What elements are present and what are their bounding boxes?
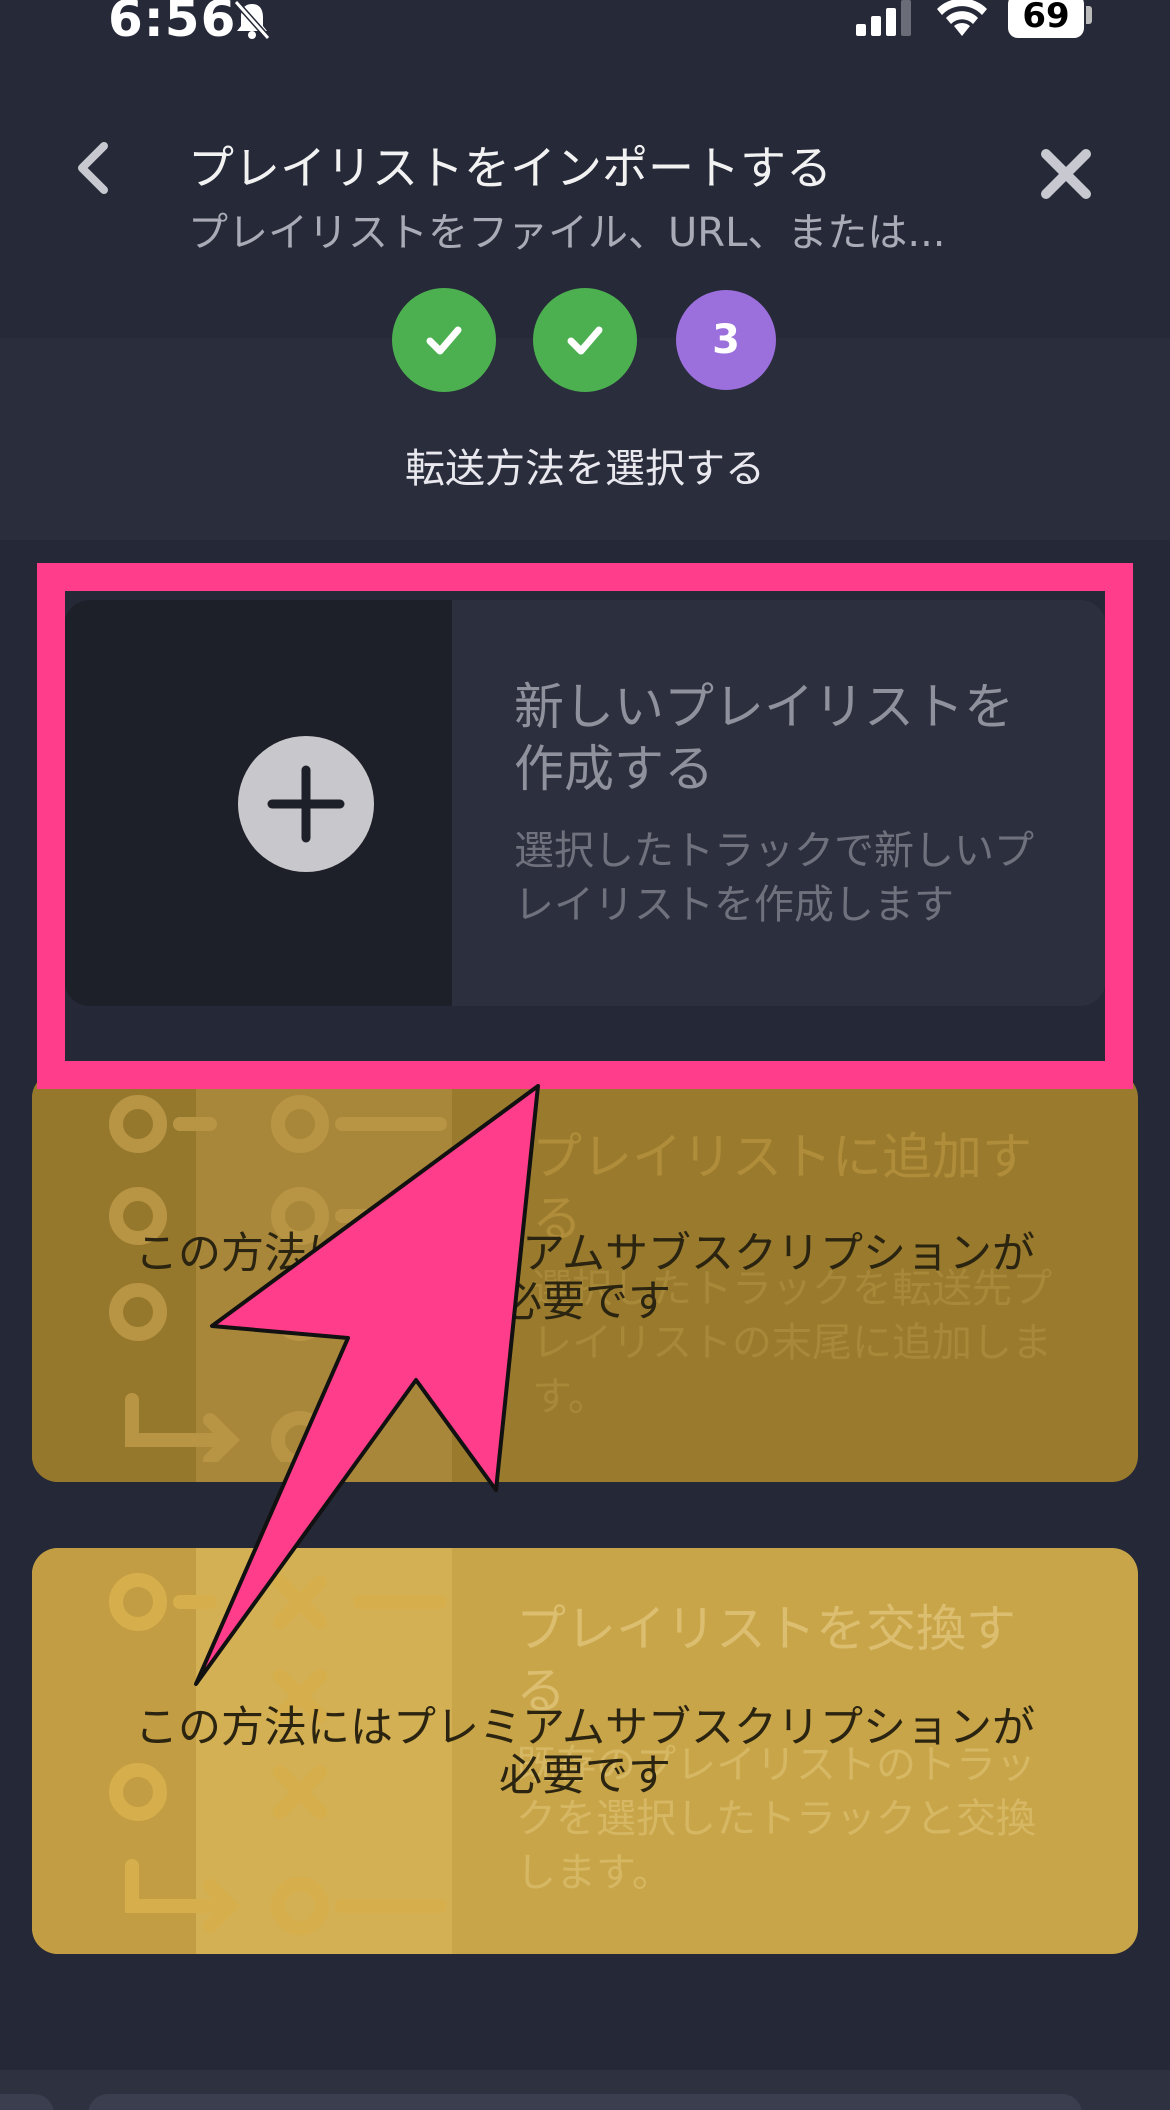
premium-required-notice: この方法にはプレミアムサブスクリプションが [135,1703,1035,1753]
battery-level: 69 [1022,0,1070,36]
page-title: プレイリストをインポートする [188,141,832,195]
premium-required-notice-line2: 必要です [499,1751,671,1801]
bell-muted-icon [233,0,271,40]
battery-tip [1086,6,1092,24]
close-icon[interactable] [1040,148,1092,200]
back-chevron-icon[interactable] [70,140,116,196]
cell-signal-icon [856,0,911,36]
premium-required-notice-line2: 必要です [499,1277,671,1327]
option-description-line3: します。 [516,1850,672,1896]
step-3-current: 3 [676,290,776,390]
check-icon [426,326,462,355]
wifi-icon [937,0,987,36]
check-icon [567,326,603,355]
step-2-done [533,288,637,392]
option-replace-playlist[interactable]: プレイリストを交換す る 既存のプレイリストのトラッ クを選択したトラックと交換… [32,1548,1138,1954]
step-label: 転送方法を選択する [405,446,765,492]
premium-required-notice: この方法にはプレミアムサブスクリプションが [135,1229,1035,1279]
status-time: 6:56 [108,0,237,48]
option-title: プレイリストに追加す [532,1128,1032,1186]
step-number: 3 [712,317,740,363]
option-add-to-playlist[interactable]: プレイリストに追加す る 選択したトラックを転送先プ レイリストの末尾に追加しま… [32,1072,1138,1482]
option-description-line3: す。 [532,1374,608,1420]
battery-indicator: 69 [1008,0,1084,38]
page-subtitle: プレイリストをファイル、URL、または... [188,210,946,256]
bottom-action-pill[interactable] [88,2094,1082,2110]
highlight-box [37,563,1133,1089]
step-1-done [392,288,496,392]
option-title: プレイリストを交換す [516,1600,1016,1658]
